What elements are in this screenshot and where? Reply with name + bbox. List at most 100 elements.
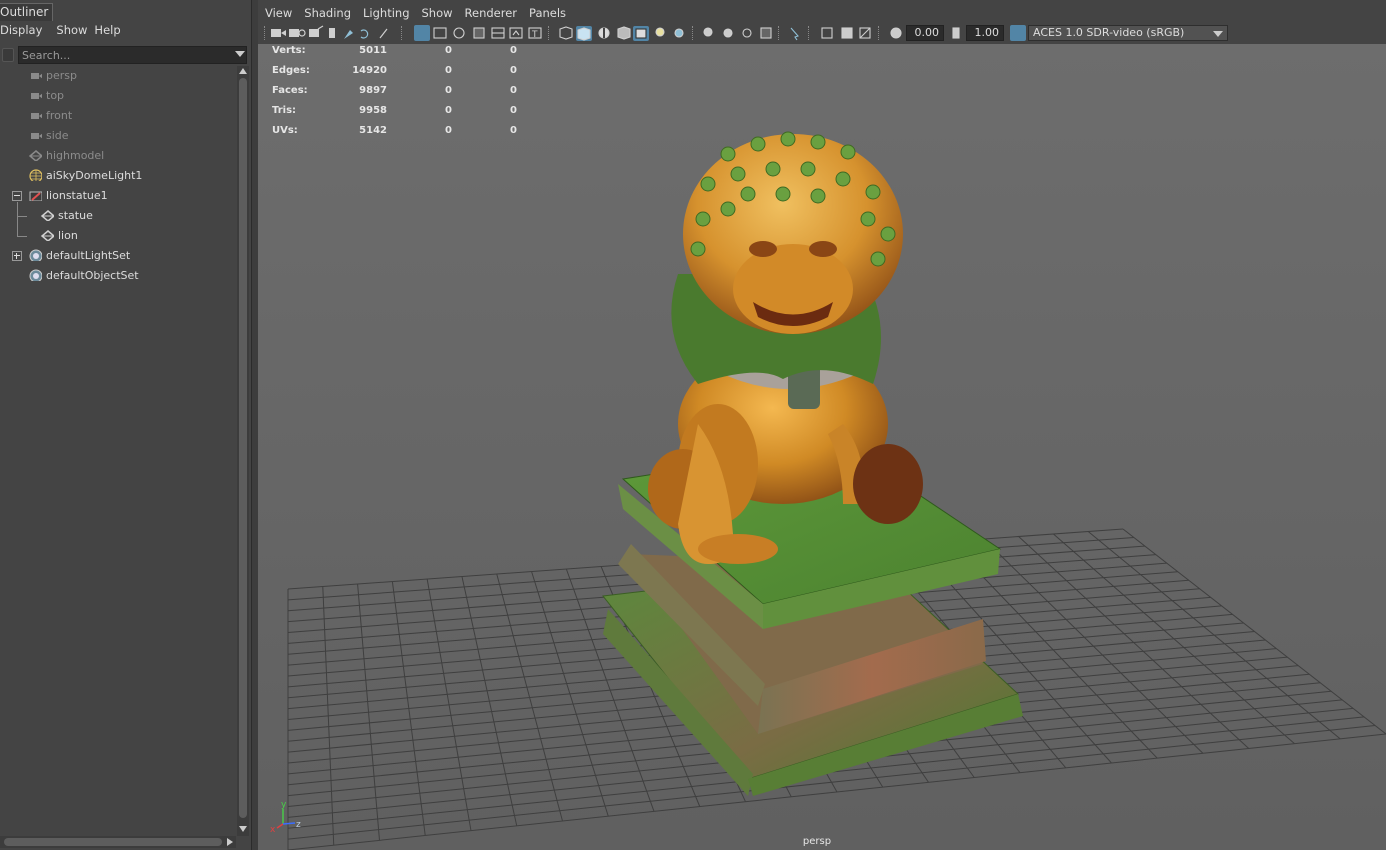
wireframe-shading-icon[interactable] (558, 25, 574, 41)
outliner-search-row (0, 46, 250, 64)
wireframe-on-shaded-icon[interactable] (615, 25, 631, 41)
toolbar-separator (548, 26, 550, 40)
hud-row-faces: Faces: 9897 0 0 (272, 84, 532, 104)
mane-curl (865, 184, 881, 200)
scroll-right-icon[interactable] (227, 838, 233, 846)
mesh-icon (40, 210, 54, 221)
scrollbar-thumb[interactable] (4, 838, 222, 846)
outliner-item-label: aiSkyDomeLight1 (46, 169, 143, 182)
field-chart-icon[interactable] (490, 25, 506, 41)
chevron-down-icon[interactable] (1213, 31, 1223, 37)
scrollbar-thumb[interactable] (239, 78, 247, 818)
antialiasing-icon[interactable] (739, 25, 755, 41)
film-gate-icon[interactable] (432, 25, 448, 41)
mane-curl (695, 211, 711, 227)
mane-curl (870, 251, 886, 267)
color-management-toggle-icon[interactable] (1010, 25, 1026, 41)
hud-value: 0 (445, 65, 452, 76)
gamma-icon[interactable] (948, 25, 964, 41)
skydome-light-icon (29, 169, 42, 181)
outliner-item-aiskydomelight1[interactable]: aiSkyDomeLight1 (0, 166, 236, 186)
hud-value: 0 (445, 125, 452, 136)
outliner-item-highmodel[interactable]: highmodel (0, 146, 236, 166)
exposure-field[interactable]: 0.00 (906, 25, 944, 41)
hud-value: 0 (510, 125, 517, 136)
mesh-icon (40, 230, 54, 241)
vertical-scrollbar[interactable] (237, 66, 249, 836)
hud-value: 14920 (352, 65, 387, 76)
hud-row-edges: Edges: 14920 0 0 (272, 64, 532, 84)
search-options-icon[interactable] (2, 48, 14, 62)
outliner-item-lion[interactable]: lion (0, 226, 236, 246)
safe-action-icon[interactable] (508, 25, 524, 41)
menu-show[interactable]: Show (56, 22, 94, 40)
collapse-toggle-icon[interactable] (12, 191, 22, 201)
menu-help[interactable]: Help (94, 22, 127, 40)
mane-curl (690, 241, 706, 257)
search-input[interactable] (18, 46, 247, 64)
use-all-lights-icon[interactable] (652, 25, 668, 41)
menu-renderer[interactable]: Renderer (465, 4, 518, 22)
mane-curl (730, 166, 746, 182)
viewport-menubar: View Shading Lighting Show Renderer Pane… (258, 4, 571, 22)
outliner-item-label: highmodel (46, 149, 105, 162)
hud-value: 5011 (359, 45, 387, 56)
menu-panels[interactable]: Panels (529, 4, 566, 22)
menu-view[interactable]: View (265, 4, 292, 22)
outliner-item-front[interactable]: front (0, 106, 236, 126)
wireframe-grid-icon[interactable] (414, 25, 430, 41)
outliner-item-label: lionstatue1 (46, 189, 108, 202)
scene-canvas: y z x (258, 44, 1386, 850)
3d-viewport[interactable]: y z x Verts: 5011 0 0 Edges: 14920 0 0 Faces: 989… (258, 44, 1386, 850)
resolution-gate-icon[interactable] (451, 25, 467, 41)
mane-curl (835, 171, 851, 187)
outliner-item-side[interactable]: side (0, 126, 236, 146)
isolate-select-icon[interactable] (788, 25, 804, 41)
outliner-item-defaultobjectset[interactable]: defaultObjectSet (0, 266, 236, 286)
hud-value: 9958 (359, 105, 387, 116)
xray-icon[interactable] (818, 25, 834, 41)
gate-mask-icon[interactable] (470, 25, 486, 41)
mesh-icon (28, 150, 42, 161)
shadows-icon[interactable] (671, 25, 687, 41)
gamma-field[interactable]: 1.00 (966, 25, 1004, 41)
menu-shading[interactable]: Shading (304, 4, 351, 22)
tree-connector (17, 202, 18, 236)
outliner-title-tab[interactable]: Outliner (0, 3, 54, 21)
outliner-item-defaultlightset[interactable]: defaultLightSet (0, 246, 236, 266)
depth-of-field-icon[interactable] (758, 25, 774, 41)
expand-toggle-icon[interactable] (12, 251, 22, 261)
scroll-down-icon[interactable] (239, 826, 247, 832)
outliner-menubar: Display Show Help (0, 22, 250, 40)
outliner-item-statue[interactable]: statue (0, 206, 236, 226)
outliner-item-lionstatue1[interactable]: lionstatue1 (0, 186, 236, 206)
outliner-item-top[interactable]: top (0, 86, 236, 106)
outliner-item-label: front (46, 109, 73, 122)
group-icon (29, 191, 42, 201)
toolbar-separator (692, 26, 694, 40)
scroll-up-icon[interactable] (239, 68, 247, 74)
chevron-down-icon[interactable] (235, 51, 245, 57)
safe-title-icon[interactable] (527, 25, 543, 41)
color-space-select[interactable]: ACES 1.0 SDR-video (sRGB) (1028, 25, 1228, 41)
axis-z-label: z (296, 820, 301, 830)
screen-space-ao-icon[interactable] (700, 25, 716, 41)
smooth-shading-icon[interactable] (576, 25, 592, 41)
menu-display[interactable]: Display (0, 22, 49, 40)
menu-lighting[interactable]: Lighting (363, 4, 409, 22)
toolbar-separator (778, 26, 780, 40)
motion-blur-icon[interactable] (720, 25, 736, 41)
horizontal-scrollbar[interactable] (0, 836, 236, 848)
hud-value: 0 (510, 65, 517, 76)
textured-icon[interactable] (633, 25, 649, 41)
xray-joints-icon[interactable] (857, 25, 873, 41)
default-lighting-icon[interactable] (596, 25, 612, 41)
camera-icon (31, 113, 42, 119)
outliner-item-label: persp (46, 69, 77, 82)
exposure-icon[interactable] (888, 25, 904, 41)
menu-show[interactable]: Show (422, 4, 453, 22)
mane-curl (840, 144, 856, 160)
outliner-item-label: top (46, 89, 65, 102)
xray-active-components-icon[interactable] (838, 25, 854, 41)
outliner-item-persp[interactable]: persp (0, 66, 236, 86)
